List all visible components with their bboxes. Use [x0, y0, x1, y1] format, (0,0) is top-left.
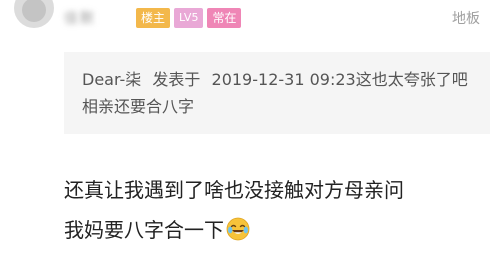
comment-body: 还真让我遇到了啥也没接触对方母亲问 我妈要八字合一下: [64, 170, 494, 250]
quote-author: Dear-柒: [82, 70, 142, 89]
avatar-image: [22, 0, 46, 22]
comment-post: 佳默 楼主 LV5 常在 地板 Dear-柒 发表于 2019-12-31 09…: [0, 0, 500, 256]
regular-badge: 常在: [207, 8, 242, 28]
level-badge: LV5: [174, 8, 204, 28]
quoted-reply[interactable]: Dear-柒 发表于 2019-12-31 09:23这也太夸张了吧 相亲还要合…: [64, 52, 490, 134]
quote-timestamp: 2019-12-31 09:23: [211, 70, 356, 89]
user-badges: 楼主 LV5 常在: [136, 8, 242, 28]
avatar[interactable]: [14, 0, 54, 28]
comment-line-1: 还真让我遇到了啥也没接触对方母亲问: [64, 178, 404, 202]
comment-line-2: 我妈要八字合一下: [64, 210, 494, 250]
op-badge: 楼主: [136, 8, 171, 28]
quote-action: 发表于: [152, 70, 201, 89]
floor-label: 地板: [452, 11, 480, 27]
laugh-crying-emoji-icon: [226, 217, 250, 241]
comment-line-2-text: 我妈要八字合一下: [64, 218, 224, 242]
username[interactable]: 佳默: [64, 10, 96, 28]
